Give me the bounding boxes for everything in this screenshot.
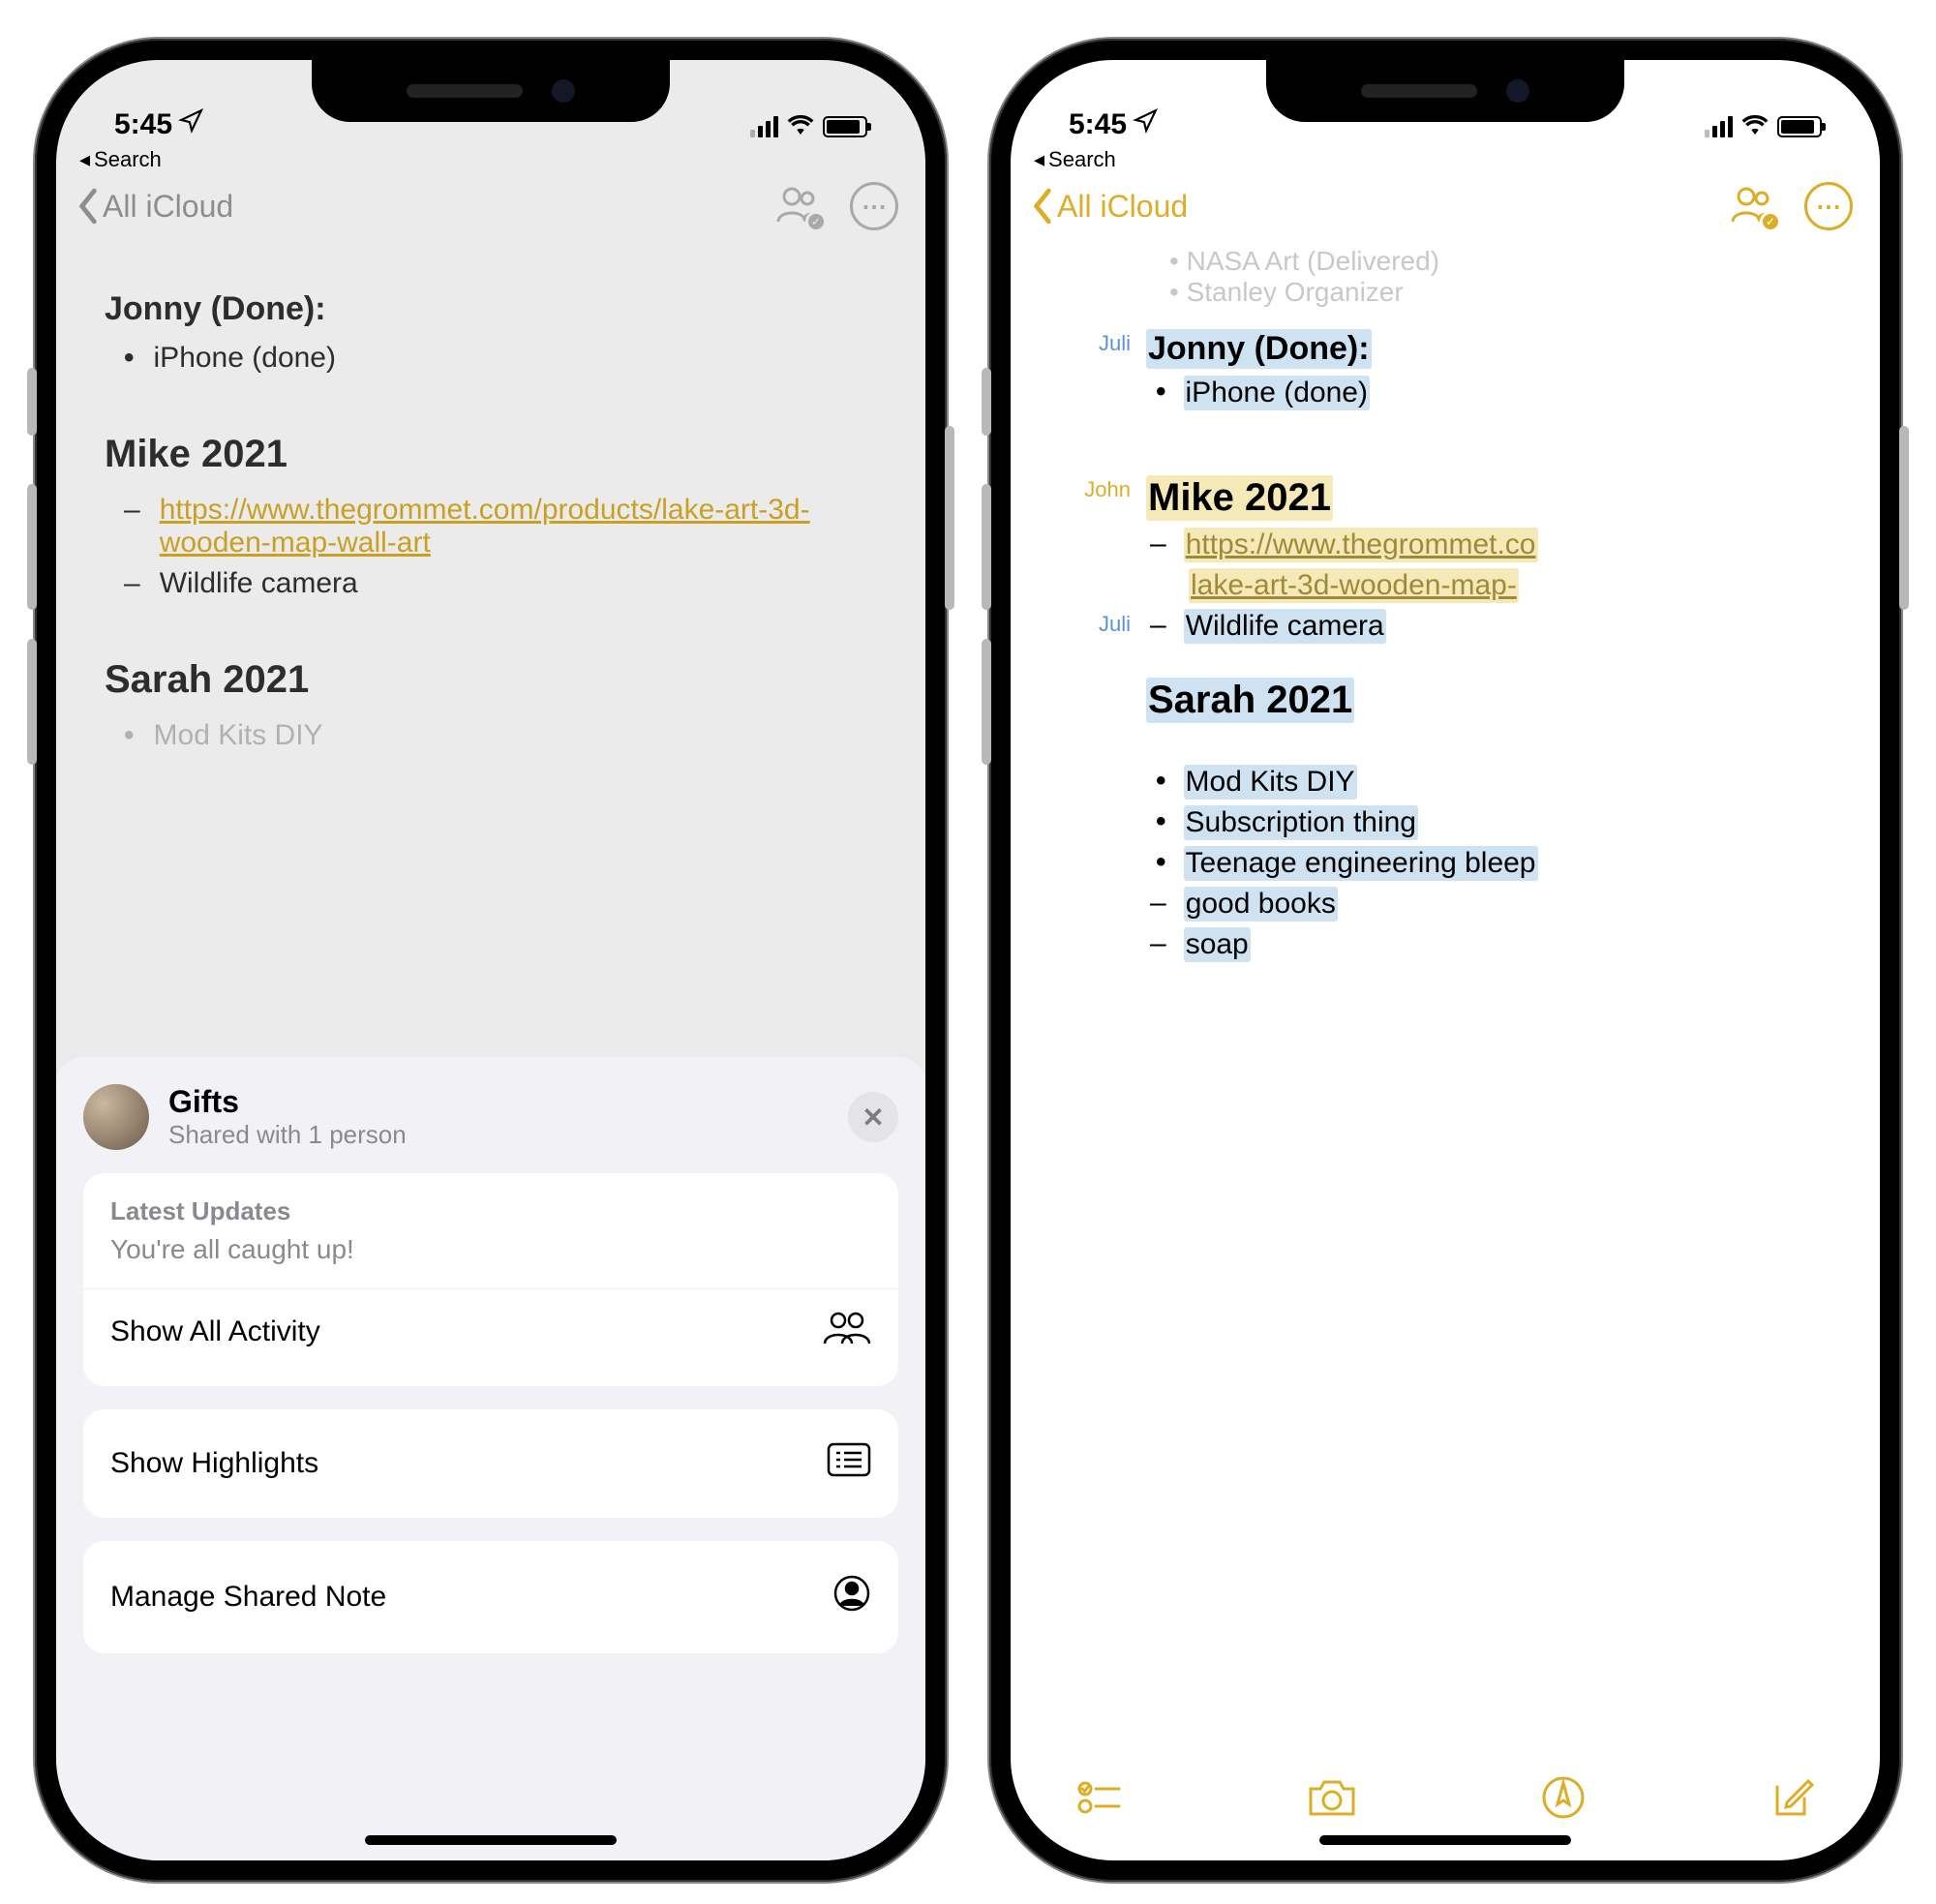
list-item: •Mod Kits DIY [1146,762,1880,802]
location-icon [178,108,203,141]
list-item: –good books [1146,884,1880,924]
phone-right: 5:45 ◂ Search All iCloud [989,39,1901,1882]
list-item: •iPhone (done) [105,338,877,378]
show-all-activity-button[interactable]: Show All Activity [110,1301,871,1363]
collaborate-icon[interactable]: ✓ [1729,185,1777,228]
list-item: •Mod Kits DIY [105,715,877,756]
checklist-icon[interactable] [1076,1778,1123,1817]
more-icon[interactable]: ⋯ [1804,182,1853,230]
updates-card: Latest Updates You're all caught up! Sho… [83,1173,898,1386]
back-button[interactable]: All iCloud [1030,188,1188,225]
breadcrumb[interactable]: ◂ Search [56,147,925,172]
updates-text: You're all caught up! [110,1234,871,1265]
manage-shared-note-button[interactable]: Manage Shared Note [83,1541,898,1653]
url-link[interactable]: https://www.thegrommet.com/products/lake… [160,494,877,559]
nav-row: All iCloud ✓ ⋯ [1011,172,1880,238]
camera-icon[interactable] [1307,1777,1357,1818]
section-title: Jonny (Done): [105,290,877,328]
home-indicator[interactable] [1319,1835,1571,1845]
attribution-label: John [1011,471,1146,502]
list-item: •iPhone (done) [1146,373,1880,413]
note-content-right[interactable]: • NASA Art (Delivered) • Stanley Organiz… [1011,238,1880,965]
more-icon[interactable]: ⋯ [850,182,898,230]
compose-icon[interactable] [1770,1775,1814,1820]
phone-screen-right: 5:45 ◂ Search All iCloud [1011,60,1880,1860]
wifi-icon [786,111,815,141]
close-button[interactable]: ✕ [848,1092,898,1142]
markup-icon[interactable] [1541,1775,1586,1820]
chevron-left-icon: ◂ [79,147,90,172]
person-circle-icon [832,1574,871,1620]
list-item: –https://www.thegrommet.co [1146,525,1880,565]
list-item: lake-art-3d-wooden-map- [1146,565,1880,606]
battery-icon [1777,116,1822,137]
nav-row: All iCloud ✓ ⋯ [56,172,925,238]
share-sheet: Gifts Shared with 1 person ✕ Latest Upda… [56,1057,925,1860]
updates-label: Latest Updates [110,1196,871,1226]
list-item: –Wildlife camera [1146,606,1880,647]
people-icon [823,1311,871,1353]
phone-left: 5:45 ◂ Search All iCloud [35,39,947,1882]
status-time: 5:45 [1069,108,1127,141]
signal-icon [750,116,778,137]
phone-screen-left: 5:45 ◂ Search All iCloud [56,60,925,1860]
home-indicator[interactable] [365,1835,617,1845]
battery-icon [823,116,867,137]
section-title: Mike 2021 [105,433,877,476]
toolbar [1011,1775,1880,1820]
signal-icon [1705,116,1733,137]
attribution-label: Juli [1011,606,1146,637]
status-time: 5:45 [114,108,172,141]
back-button[interactable]: All iCloud [76,188,233,225]
location-icon [1133,108,1158,141]
list-item: –Wildlife camera [105,563,877,604]
section-title: Sarah 2021 [105,658,877,702]
section-title: Mike 2021 [1146,475,1333,521]
attribution-label: Juli [1011,325,1146,356]
close-icon: ✕ [862,1102,884,1133]
chevron-left-icon: ◂ [1034,147,1044,172]
url-link[interactable]: lake-art-3d-wooden-map- [1189,568,1519,603]
sheet-subtitle: Shared with 1 person [168,1120,829,1150]
url-link[interactable]: https://www.thegrommet.co [1184,528,1538,562]
show-highlights-button[interactable]: Show Highlights [83,1409,898,1518]
list-item: •Subscription thing [1146,802,1880,843]
list-item: –soap [1146,924,1880,965]
collaborate-icon[interactable]: ✓ [774,185,823,228]
wifi-icon [1740,111,1770,141]
section-title: Sarah 2021 [1146,678,1354,723]
avatar [83,1084,149,1150]
sheet-title: Gifts [168,1084,829,1120]
list-item: –https://www.thegrommet.com/products/lak… [105,490,877,563]
highlights-icon [827,1442,871,1485]
breadcrumb[interactable]: ◂ Search [1011,147,1880,172]
section-title: Jonny (Done): [1146,329,1372,369]
list-item: •Teenage engineering bleep [1146,843,1880,884]
note-content-left[interactable]: Jonny (Done): •iPhone (done) Mike 2021 –… [56,238,925,756]
